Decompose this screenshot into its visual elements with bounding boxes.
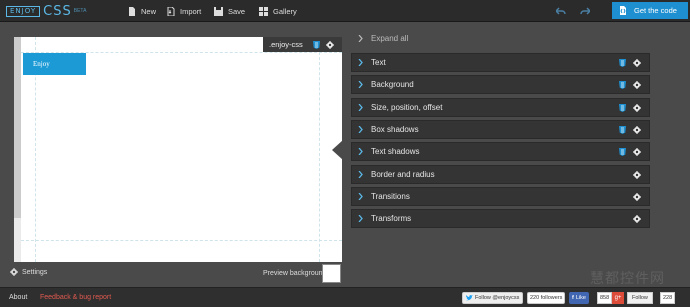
- panel-section[interactable]: Box shadows: [351, 120, 650, 139]
- import-button[interactable]: Import: [167, 5, 201, 17]
- chevron-right-icon: [358, 193, 363, 200]
- guide-line: [319, 47, 320, 262]
- top-toolbar: ENJOY CSS BETA New Import Save Gallery G…: [0, 0, 690, 22]
- html5-icon[interactable]: [312, 40, 320, 49]
- chevron-right-icon: [358, 59, 363, 66]
- gear-icon[interactable]: [325, 40, 334, 49]
- logo[interactable]: ENJOY CSS BETA: [6, 4, 86, 18]
- panel-section[interactable]: Background: [351, 75, 650, 94]
- panel-section[interactable]: Border and radius: [351, 165, 650, 184]
- chevron-right-icon: [358, 171, 363, 178]
- chevron-right-icon: [358, 126, 363, 133]
- facebook-icon: f: [572, 295, 574, 301]
- gear-icon[interactable]: [633, 147, 641, 156]
- logo-box-text: ENJOY: [6, 5, 41, 17]
- watermark: 慧都控件网: [590, 271, 665, 287]
- new-button[interactable]: New: [128, 5, 156, 17]
- save-label: Save: [228, 6, 246, 16]
- panel-section[interactable]: Text shadows: [351, 142, 650, 161]
- panel-section-label: Text: [371, 58, 386, 67]
- gallery-button[interactable]: Gallery: [259, 5, 297, 17]
- html5-icon[interactable]: [619, 103, 626, 112]
- html5-icon[interactable]: [619, 80, 626, 89]
- chevron-right-icon: [358, 81, 363, 88]
- redo-icon[interactable]: [580, 6, 590, 16]
- panel-section-label: Size, position, offset: [371, 103, 443, 112]
- footer: About Feedback & bug report Follow @enjo…: [0, 287, 690, 307]
- twitter-follow-button[interactable]: Follow @enjoycss: [462, 292, 524, 304]
- panel-section-label: Transitions: [371, 192, 410, 201]
- logo-css-text: CSS: [43, 3, 72, 19]
- gear-icon[interactable]: [633, 214, 641, 223]
- panel-section-label: Text shadows: [371, 147, 420, 156]
- gplus-follow-button[interactable]: Follow: [627, 292, 653, 304]
- twitter-count: 220 followers: [527, 292, 566, 304]
- preview-scrollbar-track[interactable]: [14, 218, 21, 262]
- chevron-right-icon: [358, 104, 363, 111]
- save-button[interactable]: Save: [214, 5, 245, 17]
- panel-section-label: Background: [371, 80, 414, 89]
- logo-beta-text: BETA: [73, 8, 87, 14]
- chevron-right-icon: [358, 215, 363, 222]
- html5-icon[interactable]: [619, 125, 626, 134]
- twitter-follow-label: Follow @enjoycss: [475, 295, 520, 301]
- about-link[interactable]: About: [9, 294, 27, 301]
- get-code-button[interactable]: Get the code: [612, 2, 688, 19]
- preview-canvas[interactable]: .enjoy-css Enjoy: [14, 37, 342, 262]
- panel-section[interactable]: Size, position, offset: [351, 98, 650, 117]
- facebook-like-label: Like: [575, 295, 586, 301]
- twitter-icon: [466, 295, 473, 301]
- element-tag-label: .enjoy-css: [269, 40, 303, 49]
- panel-section-label: Box shadows: [371, 125, 419, 134]
- settings-label: Settings: [22, 268, 48, 276]
- html5-icon[interactable]: [619, 58, 626, 67]
- panel-section-label: Transforms: [371, 214, 412, 223]
- gear-icon[interactable]: [633, 125, 641, 134]
- import-label: Import: [180, 6, 202, 16]
- new-icon: [129, 6, 135, 16]
- gear-icon[interactable]: [633, 80, 641, 89]
- feedback-link[interactable]: Feedback & bug report: [40, 294, 111, 301]
- gear-icon[interactable]: [633, 170, 641, 179]
- new-label: New: [141, 6, 157, 16]
- expand-all-button[interactable]: Expand all: [358, 34, 408, 43]
- gplus-count: 228: [660, 292, 676, 304]
- gear-icon[interactable]: [633, 103, 641, 112]
- gplus-icon[interactable]: g+: [612, 292, 624, 304]
- element-tag: .enjoy-css: [263, 37, 342, 52]
- preview-background-swatch[interactable]: [322, 264, 341, 283]
- preview-background-label: Preview background: [263, 270, 327, 277]
- guide-line: [21, 240, 342, 241]
- gallery-label: Gallery: [273, 6, 297, 16]
- facebook-count: 858: [597, 292, 613, 304]
- undo-icon[interactable]: [556, 6, 566, 16]
- facebook-like-button[interactable]: f Like: [569, 292, 589, 304]
- panel-section-label: Border and radius: [371, 170, 435, 179]
- gear-icon[interactable]: [633, 192, 641, 201]
- get-code-label: Get the code: [634, 6, 677, 15]
- chevron-right-icon: [358, 35, 363, 42]
- chevron-right-icon: [358, 148, 363, 155]
- settings-button[interactable]: Settings: [10, 268, 47, 276]
- settings-gear-icon: [10, 268, 18, 276]
- import-icon: [167, 6, 175, 16]
- html5-icon[interactable]: [619, 147, 626, 156]
- panel-section[interactable]: Transforms: [351, 209, 650, 228]
- panel-section[interactable]: Transitions: [351, 187, 650, 206]
- save-icon: [214, 6, 223, 16]
- preview-element[interactable]: Enjoy: [23, 53, 86, 75]
- code-icon: [620, 6, 626, 15]
- gallery-icon: [259, 6, 268, 16]
- panel-section[interactable]: Text: [351, 53, 650, 72]
- panel-pointer: [332, 140, 343, 160]
- expand-all-label: Expand all: [371, 34, 409, 43]
- preview-scrollbar-thumb[interactable]: [14, 37, 21, 218]
- gear-icon[interactable]: [633, 58, 641, 67]
